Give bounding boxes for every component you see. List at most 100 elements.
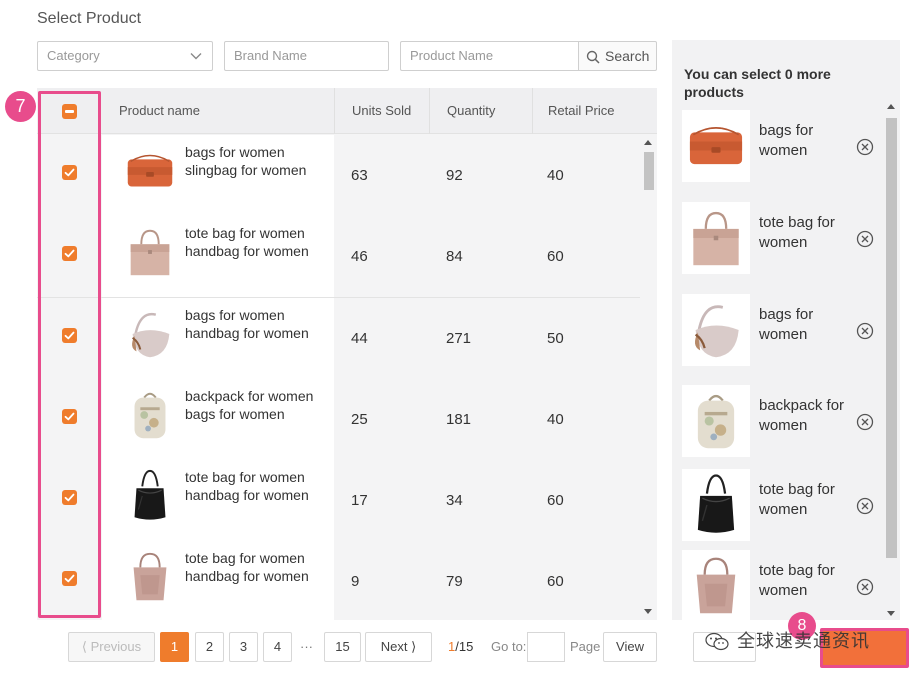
page-button-15[interactable]: 15	[324, 632, 361, 662]
scroll-down-arrow-icon[interactable]	[644, 609, 652, 614]
selected-product-name: bags for women	[759, 122, 814, 159]
product-name: backpack for women bags for women	[185, 388, 314, 422]
page-button-3[interactable]: 3	[229, 632, 258, 662]
step-badge-7: 7	[5, 91, 36, 122]
retail-price-cell: 40	[532, 135, 640, 216]
retail-price-cell: 60	[532, 460, 640, 541]
scroll-up-arrow-icon[interactable]	[644, 140, 652, 145]
product-name-cell: tote bag for women handbag for women	[102, 216, 334, 297]
wechat-icon	[705, 633, 729, 651]
page-button-4[interactable]: 4	[263, 632, 292, 662]
product-name-cell: tote bag for women handbag for women	[102, 541, 334, 620]
retail-price-cell: 60	[532, 541, 640, 620]
category-select[interactable]: Category	[37, 41, 213, 71]
quantity-cell: 84	[429, 216, 532, 297]
product-placeholder: Product Name	[410, 48, 494, 63]
next-page-button[interactable]: Next ⟩	[365, 632, 432, 662]
remove-circle-icon[interactable]	[856, 497, 874, 515]
chevron-right-icon: ⟩	[411, 639, 417, 654]
table-header: Product name Units Sold Quantity Retail …	[37, 88, 657, 134]
pagination-ellipsis: ···	[300, 639, 313, 654]
quantity-cell: 271	[429, 298, 532, 379]
side-scrollbar-thumb[interactable]	[886, 118, 897, 558]
selected-product-item: tote bag for women	[682, 197, 878, 279]
selected-product-image	[682, 385, 750, 457]
search-label: Search	[605, 48, 650, 64]
table-row[interactable]: tote bag for women handbag for women 9 79 6…	[37, 541, 640, 620]
product-name-cell: backpack for women bags for women	[102, 379, 334, 460]
remove-circle-icon[interactable]	[856, 230, 874, 248]
retail-price-cell: 50	[532, 298, 640, 379]
goto-label: Go to:	[491, 639, 527, 654]
selected-product-item: tote bag for women	[682, 464, 878, 546]
table-row[interactable]: tote bag for women handbag for women 46 84…	[37, 216, 640, 298]
units-sold-cell: 44	[334, 298, 429, 379]
selected-products-panel: You can select 0 more products bags for …	[672, 40, 900, 622]
selected-product-name: bags for women	[759, 306, 814, 343]
selection-limit-text: You can select 0 more products	[684, 66, 831, 100]
column-header-units-sold: Units Sold	[334, 88, 429, 134]
brand-name-input[interactable]: Brand Name	[224, 41, 389, 71]
table-row[interactable]: backpack for women bags for women 25 181 40	[37, 379, 640, 461]
table-row[interactable]: bags for women handbag for women 44 271 50	[37, 298, 640, 380]
view-button[interactable]: View	[603, 632, 657, 662]
remove-circle-icon[interactable]	[856, 322, 874, 340]
scrollbar-thumb[interactable]	[644, 152, 654, 190]
units-sold-cell: 9	[334, 541, 429, 620]
product-image	[121, 142, 179, 200]
product-name: tote bag for women handbag for women	[185, 550, 309, 584]
product-name-cell: tote bag for women handbag for women	[102, 460, 334, 541]
side-panel-scrollbar[interactable]	[884, 104, 898, 620]
side-scroll-down-arrow-icon[interactable]	[887, 611, 895, 616]
product-image	[121, 223, 179, 281]
page-indicator: 1/15	[448, 632, 473, 662]
units-sold-cell: 63	[334, 135, 429, 216]
product-image	[121, 548, 179, 606]
quantity-cell: 79	[429, 541, 532, 620]
product-name: tote bag for women handbag for women	[185, 225, 309, 259]
quantity-cell: 92	[429, 135, 532, 216]
total-pages: /15	[455, 639, 474, 654]
quantity-cell: 34	[429, 460, 532, 541]
remove-circle-icon[interactable]	[856, 578, 874, 596]
product-image	[121, 467, 179, 525]
table-row[interactable]: tote bag for women handbag for women 17 34…	[37, 460, 640, 542]
units-sold-cell: 17	[334, 460, 429, 541]
product-image	[121, 305, 179, 363]
selected-product-image	[682, 469, 750, 541]
side-scroll-up-arrow-icon[interactable]	[887, 104, 895, 109]
units-sold-cell: 25	[334, 379, 429, 460]
previous-label: Previous	[90, 639, 142, 654]
units-sold-cell: 46	[334, 216, 429, 297]
selected-product-image	[682, 550, 750, 622]
page-label: Page	[570, 639, 601, 654]
category-placeholder: Category	[47, 48, 100, 63]
selected-product-name: tote bag for women	[759, 214, 835, 251]
page-title: Select Product	[37, 10, 142, 27]
page-button-1[interactable]: 1	[160, 632, 189, 662]
page-button-2[interactable]: 2	[195, 632, 224, 662]
product-name: bags for women slingbag for women	[185, 144, 307, 178]
selected-product-image	[682, 202, 750, 274]
product-table: Product name Units Sold Quantity Retail …	[37, 88, 657, 620]
quantity-cell: 181	[429, 379, 532, 460]
column-header-retail-price: Retail Price	[532, 88, 640, 134]
search-button[interactable]: Search	[578, 41, 657, 71]
goto-page-input[interactable]	[527, 632, 565, 662]
chevron-down-icon	[190, 53, 202, 60]
table-row[interactable]: bags for women slingbag for women 63 92 40	[37, 135, 640, 217]
product-name-input[interactable]: Product Name	[400, 41, 579, 71]
product-name-cell: bags for women slingbag for women	[102, 135, 334, 216]
checkbox-column-highlight	[38, 91, 101, 618]
product-name: tote bag for women handbag for women	[185, 469, 309, 503]
column-header-product-name: Product name	[119, 103, 200, 118]
remove-circle-icon[interactable]	[856, 413, 874, 431]
previous-page-button[interactable]: ⟨ Previous	[68, 632, 155, 662]
product-name-cell: bags for women handbag for women	[102, 298, 334, 379]
table-scrollbar[interactable]	[640, 134, 657, 620]
selected-product-name: tote bag for women	[759, 562, 835, 599]
selected-product-name: backpack for women	[759, 397, 845, 434]
remove-circle-icon[interactable]	[856, 138, 874, 156]
search-icon	[586, 50, 600, 64]
watermark-text: 全球速卖通资讯	[737, 631, 870, 651]
